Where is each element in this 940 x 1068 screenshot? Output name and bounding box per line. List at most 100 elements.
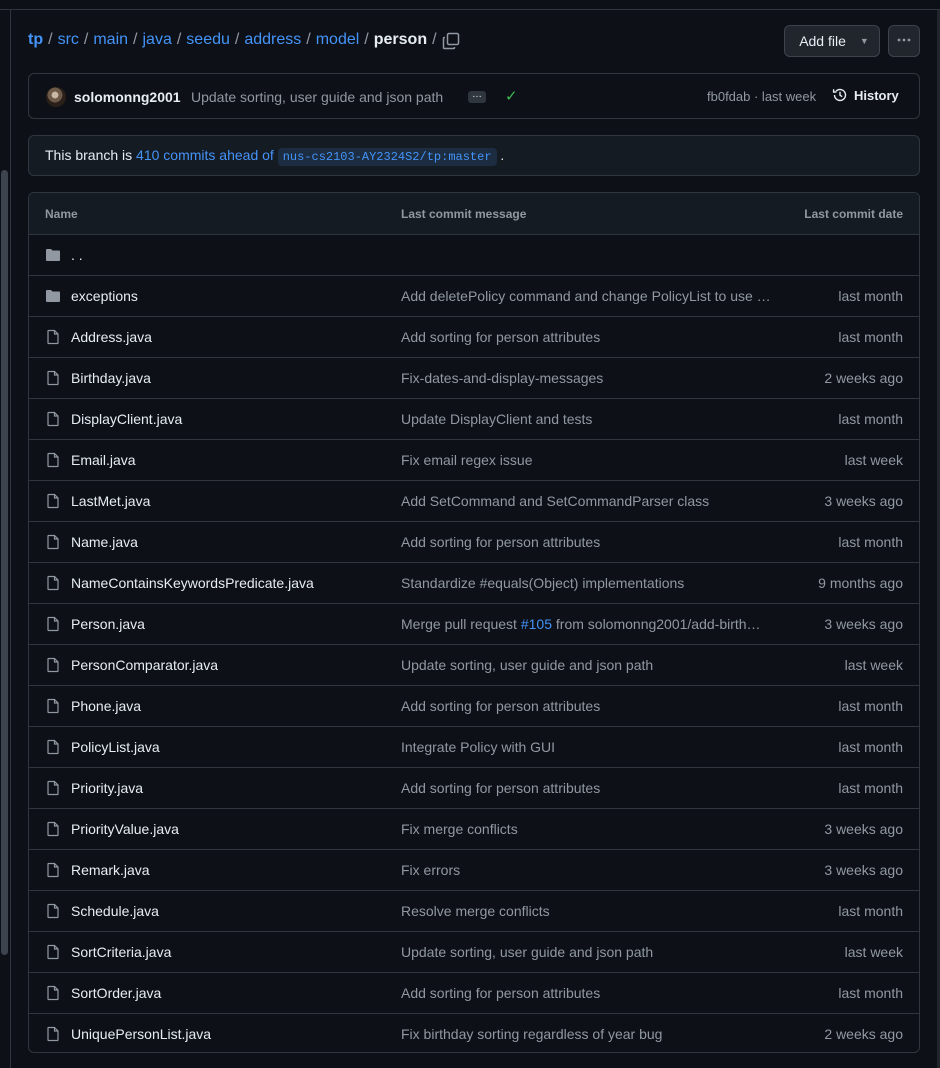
file-name-link[interactable]: Email.java [71, 452, 136, 468]
row-commit-date: last month [838, 903, 903, 919]
table-row[interactable]: exceptions Add deletePolicy command and c… [29, 276, 919, 317]
add-file-button[interactable]: Add file ▼ [784, 25, 880, 57]
file-name-link[interactable]: SortOrder.java [71, 985, 161, 1001]
row-commit-message[interactable]: Fix merge conflicts [401, 821, 785, 837]
commits-ahead-link[interactable]: 410 commits ahead of [136, 147, 274, 163]
table-row[interactable]: Remark.java Fix errors 3 weeks ago [29, 850, 919, 891]
commit-message-suffix: from solomonng2001/add-birth… [552, 616, 761, 632]
row-commit-message[interactable]: Resolve merge conflicts [401, 903, 785, 919]
file-name-link[interactable]: UniquePersonList.java [71, 1026, 211, 1042]
breadcrumb-link-model[interactable]: model [316, 31, 360, 49]
row-commit-message[interactable]: Integrate Policy with GUI [401, 739, 785, 755]
file-name-link[interactable]: PersonComparator.java [71, 657, 218, 673]
file-name-link[interactable]: Person.java [71, 616, 145, 632]
row-commit-message[interactable]: Add sorting for person attributes [401, 698, 785, 714]
row-commit-message[interactable]: Add sorting for person attributes [401, 985, 785, 1001]
file-name-link[interactable]: PriorityValue.java [71, 821, 179, 837]
row-commit-message[interactable]: Fix birthday sorting regardless of year … [401, 1026, 785, 1042]
file-name-link[interactable]: Phone.java [71, 698, 141, 714]
table-row[interactable]: Phone.java Add sorting for person attribu… [29, 686, 919, 727]
row-commit-message[interactable]: Update sorting, user guide and json path [401, 657, 785, 673]
row-commit-message[interactable]: Update DisplayClient and tests [401, 411, 785, 427]
file-name-link[interactable]: DisplayClient.java [71, 411, 182, 427]
breadcrumb-link-address[interactable]: address [244, 31, 301, 49]
avatar[interactable] [46, 87, 66, 107]
kebab-horizontal-icon [896, 32, 912, 51]
row-commit-message[interactable]: Fix errors [401, 862, 785, 878]
commit-message[interactable]: Update sorting, user guide and json path [191, 89, 443, 105]
row-commit-message[interactable]: Update sorting, user guide and json path [401, 944, 785, 960]
breadcrumb-separator: / [133, 31, 138, 48]
table-row[interactable]: UniquePersonList.java Fix birthday sortin… [29, 1014, 919, 1052]
table-row[interactable]: PolicyList.java Integrate Policy with GUI… [29, 727, 919, 768]
commit-sha[interactable]: fb0fdab · last week [707, 89, 816, 104]
file-name-link[interactable]: LastMet.java [71, 493, 150, 509]
file-icon [45, 985, 61, 1001]
row-commit-date: last month [838, 329, 903, 345]
file-name-link[interactable]: Birthday.java [71, 370, 151, 386]
left-scrollbar[interactable] [1, 170, 8, 955]
file-name-link[interactable]: Schedule.java [71, 903, 159, 919]
table-row[interactable]: Email.java Fix email regex issue last week [29, 440, 919, 481]
file-name-link[interactable]: Name.java [71, 534, 138, 550]
file-name-link[interactable]: Address.java [71, 329, 152, 345]
breadcrumb-separator: / [234, 31, 240, 48]
row-commit-date: last week [844, 657, 903, 673]
parent-directory-link[interactable]: . . [71, 247, 83, 263]
file-icon [45, 903, 61, 919]
table-row[interactable]: DisplayClient.java Update DisplayClient a… [29, 399, 919, 440]
base-branch-link[interactable]: nus-cs2103-AY2324S2/tp:master [277, 148, 497, 166]
copy-path-icon[interactable] [441, 31, 461, 51]
breadcrumb-link-src[interactable]: src [58, 31, 79, 49]
file-icon [45, 329, 61, 345]
history-button[interactable]: History [832, 87, 899, 103]
breadcrumb: tp / src / main / java / seedu / address… [28, 31, 442, 49]
file-icon [45, 698, 61, 714]
breadcrumb-link-main[interactable]: main [93, 31, 128, 49]
folder-name-link[interactable]: exceptions [71, 288, 138, 304]
row-commit-message[interactable]: Add sorting for person attributes [401, 534, 785, 550]
table-row[interactable]: PriorityValue.java Fix merge conflicts 3 w… [29, 809, 919, 850]
row-commit-message[interactable]: Add sorting for person attributes [401, 780, 785, 796]
table-row[interactable]: Name.java Add sorting for person attribut… [29, 522, 919, 563]
row-commit-date: last month [838, 411, 903, 427]
triangle-down-icon: ▼ [859, 36, 869, 46]
row-commit-message[interactable]: Fix email regex issue [401, 452, 785, 468]
file-name-link[interactable]: PolicyList.java [71, 739, 160, 755]
check-icon[interactable]: ✓ [505, 87, 518, 105]
row-commit-date: 2 weeks ago [824, 370, 903, 386]
table-row[interactable]: LastMet.java Add SetCommand and SetComman… [29, 481, 919, 522]
table-row[interactable]: Address.java Add sorting for person attri… [29, 317, 919, 358]
more-options-button[interactable] [888, 25, 920, 57]
table-row[interactable]: PersonComparator.java Update sorting, use… [29, 645, 919, 686]
file-name-link[interactable]: Remark.java [71, 862, 150, 878]
breadcrumb-link-seedu[interactable]: seedu [186, 31, 230, 49]
table-row[interactable]: Schedule.java Resolve merge conflicts last… [29, 891, 919, 932]
table-row[interactable]: NameContainsKeywordsPredicate.java Standa… [29, 563, 919, 604]
row-commit-message[interactable]: Add sorting for person attributes [401, 329, 785, 345]
breadcrumb-link-java[interactable]: java [142, 31, 171, 49]
table-row[interactable]: Birthday.java Fix-dates-and-display-messa… [29, 358, 919, 399]
row-commit-message[interactable]: Standardize #equals(Object) implementati… [401, 575, 785, 591]
row-commit-message[interactable]: Add deletePolicy command and change Poli… [401, 288, 785, 304]
row-commit-date: last month [838, 288, 903, 304]
breadcrumb-link-tp[interactable]: tp [28, 31, 43, 49]
row-commit-message[interactable]: Merge pull request #105 from solomonng20… [401, 616, 785, 632]
column-header-date: Last commit date [804, 207, 903, 221]
expand-commit-message-button[interactable]: … [468, 90, 486, 103]
row-commit-message[interactable]: Fix-dates-and-display-messages [401, 370, 785, 386]
table-row[interactable]: SortCriteria.java Update sorting, user gu… [29, 932, 919, 973]
parent-directory-row[interactable]: . . [29, 235, 919, 276]
row-commit-message[interactable]: Add SetCommand and SetCommandParser clas… [401, 493, 785, 509]
file-icon [45, 493, 61, 509]
row-commit-date: 3 weeks ago [824, 493, 903, 509]
commit-author[interactable]: solomonng2001 [74, 89, 181, 105]
table-row[interactable]: SortOrder.java Add sorting for person att… [29, 973, 919, 1014]
file-name-link[interactable]: NameContainsKeywordsPredicate.java [71, 575, 314, 591]
pull-request-link[interactable]: #105 [521, 616, 552, 632]
file-name-link[interactable]: Priority.java [71, 780, 143, 796]
file-name-link[interactable]: SortCriteria.java [71, 944, 171, 960]
table-row[interactable]: Person.java Merge pull request #105 from … [29, 604, 919, 645]
file-icon [45, 452, 61, 468]
table-row[interactable]: Priority.java Add sorting for person attr… [29, 768, 919, 809]
